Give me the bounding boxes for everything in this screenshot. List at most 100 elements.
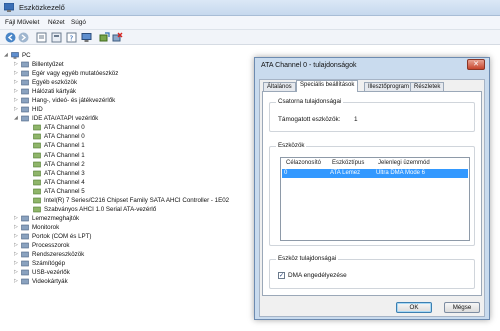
expand-icon[interactable]: ▷	[14, 260, 20, 266]
tree-item[interactable]: ▷ Egyéb eszközök	[14, 78, 250, 87]
tree-item[interactable]: ATA Channel 1	[26, 141, 250, 150]
computer-icon	[11, 52, 19, 59]
expand-icon[interactable]: ▷	[14, 224, 20, 230]
menu-view[interactable]: Nézet	[48, 19, 65, 26]
tab-advanced-settings[interactable]: Speciális beállítások	[296, 80, 359, 92]
ide-channel-icon	[33, 197, 41, 204]
column-header-mode[interactable]: Jelenlegi üzemmód	[375, 158, 430, 168]
expand-icon[interactable]: ▷	[14, 70, 20, 76]
tree-item[interactable]: ATA Channel 1	[26, 151, 250, 160]
tree-item[interactable]: ▷ Portok (COM és LPT)	[14, 232, 250, 241]
expand-icon[interactable]: ▷	[14, 278, 20, 284]
system-devices-icon	[21, 251, 29, 258]
ide-channel-icon	[33, 125, 41, 131]
cell-mode: Ultra DMA Mode 6	[376, 170, 426, 176]
tree-view-icon[interactable]	[51, 32, 62, 43]
forward-icon[interactable]	[18, 32, 29, 43]
properties-dialog: ATA Channel 0 - tulajdonságok ✕ Általáno…	[254, 57, 490, 320]
tree-item[interactable]: ATA Channel 4	[26, 178, 250, 187]
tree-item[interactable]: ▷ USB-vezérlők	[14, 268, 250, 277]
dma-checkbox[interactable]: ✓	[278, 272, 285, 279]
tree-item-label: USB-vezérlők	[32, 269, 70, 277]
menu-file[interactable]: Fájl	[5, 19, 15, 26]
tree-root[interactable]: ◢ PC	[4, 51, 64, 60]
tree-item[interactable]: ▷ HID	[14, 105, 250, 114]
tree-item[interactable]: Szabványos AHCI 1.0 Serial ATA-vezérlő	[26, 205, 250, 214]
tree-item[interactable]: ▷ Hálózati kártyák	[14, 87, 250, 96]
properties-icon[interactable]	[36, 32, 47, 43]
expand-icon[interactable]: ▷	[14, 88, 20, 94]
update-driver-icon[interactable]	[99, 32, 110, 43]
tree-item[interactable]: ▷ Hang-, videó- és játékvezérlők	[14, 96, 250, 105]
expand-icon[interactable]: ▷	[14, 233, 20, 239]
tree-item-label: Számítógép	[32, 260, 66, 268]
ide-channel-icon	[33, 188, 41, 194]
menu-action[interactable]: Művelet	[17, 19, 39, 26]
tree-item[interactable]: ▷ Számítógép	[14, 259, 250, 268]
expand-icon[interactable]: ▷	[14, 106, 20, 112]
cancel-button[interactable]: Mégse	[444, 302, 480, 313]
tree-item[interactable]: ▷ Rendszereszközök	[14, 250, 250, 259]
tree-item[interactable]: Intel(R) 7 Series/C216 Chipset Family SA…	[26, 196, 250, 205]
svg-text:?: ?	[70, 35, 74, 43]
close-button[interactable]: ✕	[467, 59, 485, 70]
tree-item-label: Egér vagy egyéb mutatóeszköz	[32, 70, 119, 78]
back-icon[interactable]	[5, 32, 16, 43]
collapse-icon[interactable]: ◢	[14, 115, 20, 121]
window-title: Eszközkezelő	[19, 3, 65, 12]
tree-item[interactable]: ▷ Egér vagy egyéb mutatóeszköz	[14, 69, 250, 78]
tree-item[interactable]: ATA Channel 0	[26, 132, 250, 141]
collapse-icon[interactable]: ◢	[4, 52, 10, 58]
expand-icon[interactable]: ▷	[14, 251, 20, 257]
tree-item[interactable]: ATA Channel 3	[26, 169, 250, 178]
column-header-type[interactable]: Eszköztípus	[329, 158, 364, 168]
tree-item[interactable]: ▷ Lemezmeghajtók	[14, 214, 250, 223]
monitor-icon	[21, 224, 29, 231]
tree-item-label: ATA Channel 2	[44, 160, 85, 168]
sound-icon	[21, 97, 29, 104]
tree-item-label: Portok (COM és LPT)	[32, 232, 92, 240]
tree-item[interactable]: ATA Channel 2	[26, 160, 250, 169]
ide-controller-icon	[21, 115, 29, 122]
mouse-icon	[21, 70, 29, 77]
help-icon[interactable]: ?	[66, 32, 77, 43]
title-bar: Eszközkezelő	[0, 0, 500, 16]
devices-listview[interactable]: Célazonosító Eszköztípus Jelenlegi üzemm…	[280, 157, 470, 241]
supported-devices-value: 1	[354, 116, 358, 123]
tree-item-label: Rendszereszközök	[32, 251, 85, 259]
column-header-target[interactable]: Célazonosító	[283, 158, 321, 168]
device-tree: ◢ PC ▷ Billentyűzet ▷ Egér vagy egyéb mutat…	[0, 46, 270, 331]
tree-item[interactable]: ▷ Videokártyák	[14, 277, 250, 286]
expand-icon[interactable]: ▷	[14, 97, 20, 103]
tree-item[interactable]: ATA Channel 5	[26, 187, 250, 196]
menu-bar: Fájl Művelet Nézet Súgó	[0, 16, 500, 30]
tree-item-label: Szabványos AHCI 1.0 Serial ATA-vezérlő	[44, 205, 157, 213]
expand-icon[interactable]: ▷	[14, 269, 20, 275]
expand-icon[interactable]: ▷	[14, 215, 20, 221]
computer-icon[interactable]	[81, 32, 92, 43]
device-properties-group: Eszköz tulajdonságai ✓ DMA engedélyezése	[269, 255, 475, 289]
ok-button[interactable]: OK	[396, 302, 432, 313]
expand-icon[interactable]: ▷	[14, 242, 20, 248]
expand-icon[interactable]: ▷	[14, 61, 20, 67]
tree-item[interactable]: ◢ IDE ATA/ATAPI vezérlők	[14, 114, 250, 123]
tree-item-label: Egyéb eszközök	[32, 79, 78, 87]
tab-panel: Csatorna tulajdonságai Támogatott eszköz…	[262, 91, 482, 296]
tree-item-label: IDE ATA/ATAPI vezérlők	[32, 115, 99, 123]
tree-item[interactable]: ▷ Billentyűzet	[14, 60, 250, 69]
tree-item[interactable]: ATA Channel 0	[26, 123, 250, 132]
tree-root-label: PC	[22, 52, 31, 59]
cell-type: ATA Lemez	[330, 170, 361, 176]
processor-icon	[21, 242, 29, 249]
tree-item[interactable]: ▷ Monitorok	[14, 223, 250, 232]
menu-help[interactable]: Súgó	[71, 19, 86, 26]
group-title: Eszközök	[276, 142, 307, 149]
group-title: Eszköz tulajdonságai	[276, 255, 339, 262]
tree-item[interactable]: ▷ Processzorok	[14, 241, 250, 250]
uninstall-icon[interactable]	[112, 32, 123, 43]
expand-icon[interactable]: ▷	[14, 79, 20, 85]
cell-target: 0	[284, 170, 288, 176]
keyboard-icon	[21, 61, 29, 68]
disk-drive-icon	[21, 215, 29, 222]
table-row[interactable]: 0 ATA Lemez Ultra DMA Mode 6	[282, 169, 468, 178]
